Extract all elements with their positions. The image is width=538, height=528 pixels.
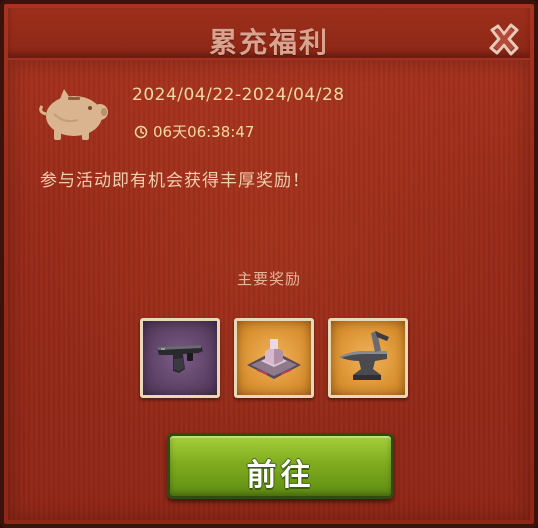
piggy-bank-icon: [34, 84, 114, 144]
reward-slot-anvil[interactable]: [328, 318, 408, 398]
event-countdown: 06天06:38:47: [134, 121, 254, 142]
dialog-header: 累充福利: [8, 8, 530, 59]
rewards-label: 主要奖励: [236, 270, 301, 288]
event-date-range: 2024/04/22-2024/04/28: [132, 85, 345, 105]
countdown-text: 06天06:38:47: [153, 123, 255, 141]
go-button-label: 前往: [246, 458, 315, 493]
go-button[interactable]: 前往: [167, 433, 394, 499]
event-description: 参与活动即有机会获得丰厚奖励！: [40, 171, 310, 191]
clock-icon: [134, 125, 148, 138]
anvil-icon: [339, 331, 389, 380]
close-button[interactable]: [484, 20, 524, 60]
reward-dialog: 累充福利 2024/04/22-2024/04/28 06天06:38:47 参…: [0, 0, 538, 528]
pistol-icon: [157, 345, 203, 373]
reward-slot-building[interactable]: [234, 318, 314, 398]
reward-slot-pistol[interactable]: [140, 318, 220, 398]
dialog-title: 累充福利: [208, 26, 329, 59]
building-crate-icon: [247, 339, 301, 379]
close-icon: [489, 23, 519, 56]
